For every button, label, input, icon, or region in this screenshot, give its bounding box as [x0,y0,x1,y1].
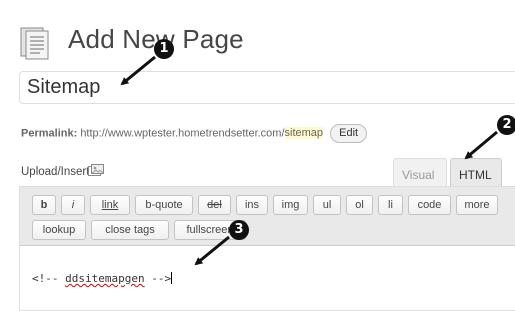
callout-badge-2: 2 [497,115,515,135]
upload-insert-label: Upload/Insert [21,166,90,178]
quicktag-ol-button[interactable]: ol [346,195,373,215]
text-caret [171,272,173,284]
permalink-label: Permalink: [21,127,78,140]
title-input[interactable]: Sitemap [19,71,515,104]
quicktag-del-button[interactable]: del [198,195,231,215]
quicktag-lookup-button[interactable]: lookup [32,220,86,240]
quicktag-bquote-button[interactable]: b-quote [135,195,193,215]
tab-visual[interactable]: Visual [393,158,447,186]
tab-html[interactable]: HTML [450,158,502,186]
quicktag-img-button[interactable]: img [273,195,308,215]
permalink-row: Permalink: http://www.wptester.hometrend… [21,124,368,143]
quicktag-close-tags-button[interactable]: close tags [91,220,169,240]
quicktag-bold-button[interactable]: b [32,195,56,215]
callout-badge-3: 3 [229,220,249,240]
permalink-base-url[interactable]: http://www.wptester.hometrendsetter.com/ [80,127,284,139]
quicktag-li-button[interactable]: li [378,195,403,215]
callout-arrow-2 [464,130,498,160]
permalink-edit-button[interactable]: Edit [330,124,368,143]
quicktag-ins-button[interactable]: ins [236,195,268,215]
permalink-slug[interactable]: sitemap [284,127,324,140]
page-icon [20,27,49,60]
quicktag-italic-button[interactable]: i [61,195,85,215]
editor-content-prefix: <!-- [32,272,66,285]
callout-badge-1: 1 [154,39,174,59]
quicktag-ul-button[interactable]: ul [313,195,341,215]
editor-content[interactable]: <!-- ddsitemapgen --> [32,272,173,285]
editor-content-suffix: --> [144,272,172,285]
media-icon[interactable] [88,164,104,177]
quicktag-more-button[interactable]: more [456,195,498,215]
quicktag-code-button[interactable]: code [408,195,451,215]
quicktag-link-button[interactable]: link [90,195,130,215]
editor-content-word: ddsitemapgen [65,272,145,285]
